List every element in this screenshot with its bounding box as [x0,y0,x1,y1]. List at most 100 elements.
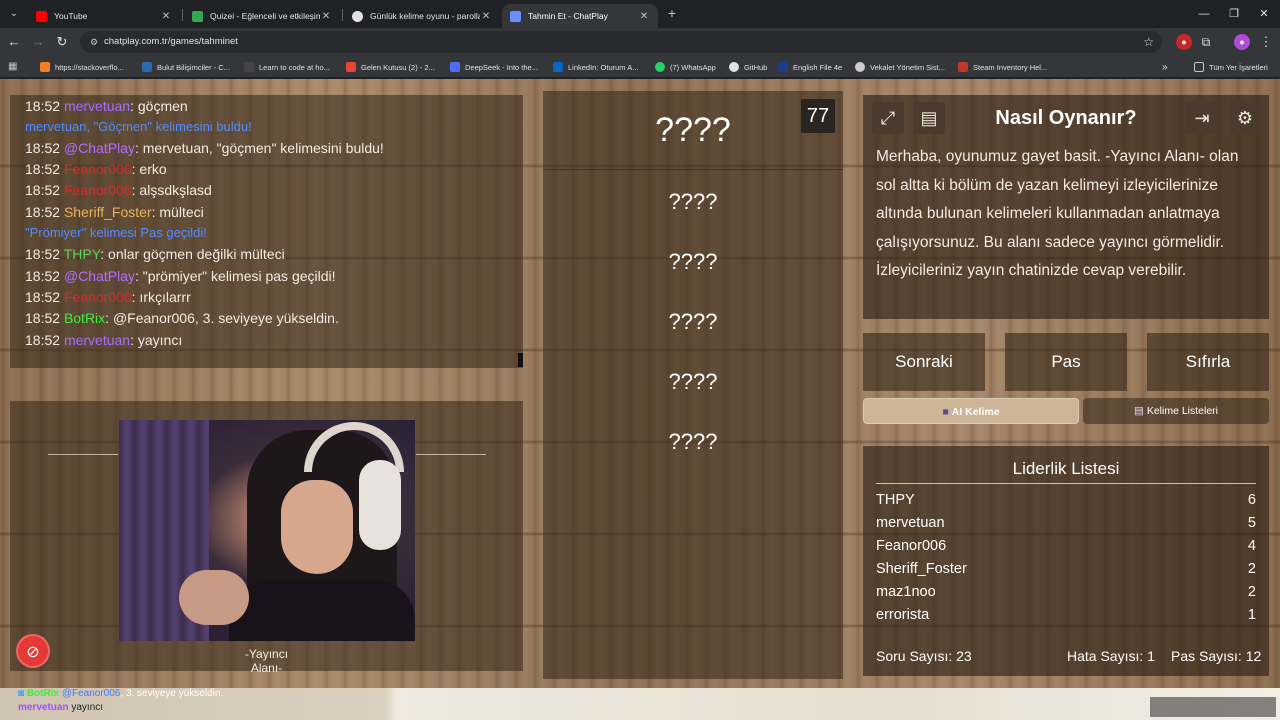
chat-system-message: mervetuan, "Göçmen" kelimesini buldu! [25,119,252,134]
chat-message: 18:52 Feanor006: erko [25,161,167,177]
chat-time: 18:52 [25,246,61,262]
webcam-video [119,420,415,641]
chat-system-message: "Prömiyer" kelimesi Pas geçildi! [25,225,207,240]
close-tab-icon[interactable]: ✕ [638,11,650,22]
tab-parolla[interactable]: Günlük kelime oyunu - parolla ✕ [344,4,500,28]
overlay-mention: @Feanor006 [61,688,121,699]
bookmark-favicon-icon [655,62,665,72]
chat-text: : erko [131,161,167,177]
new-tab-icon[interactable]: + [664,6,680,22]
parolla-favicon-icon [352,10,363,22]
ai-word-button[interactable]: ■ AI Kelime [863,398,1079,424]
word-lists-label: Kelime Listeleri [1146,405,1219,417]
restore-icon[interactable]: ❐ [1224,6,1244,22]
leaderboard-row: maz1noo 2 [876,584,1256,607]
reset-button[interactable]: Sıfırla [1147,333,1269,391]
bookmark-label: (7) WhatsApp [670,62,716,72]
chat-time: 18:52 [25,161,61,177]
player-name: errorista [876,607,930,622]
bookmark-item[interactable]: https://stackoverflo... [40,56,124,78]
robot-icon: ■ [942,406,949,418]
chat-text: : yayıncı [130,332,183,348]
bookmark-item[interactable]: Gelen Kutusu (2) - 2... [346,56,435,78]
bookmarks-bar: ▦ https://stackoverflo... Bulut Bilişimc… [0,56,1280,78]
tab-chatplay[interactable]: Tahmin Et - ChatPlay ✕ [502,4,658,28]
chat-user: mervetuan [63,98,131,114]
site-info-icon[interactable]: ⚙ [88,36,100,48]
leaderboard-row: Feanor006 4 [876,538,1256,561]
browser-menu-icon[interactable]: ⋮ [1258,34,1274,50]
more-bookmarks-icon[interactable]: » [1162,56,1168,78]
close-tab-icon[interactable]: ✕ [480,11,492,22]
chat-message: 18:52 Sheriff_Foster: mülteci [25,204,204,220]
extensions-puzzle-icon[interactable]: ⧉ [1198,34,1214,50]
apps-grid-icon[interactable]: ▦ [8,61,20,73]
overlay-text: 3. seviyeye yükseldin. [125,688,224,699]
chat-text: : @Feanor006, 3. seviyeye yükseldin. [105,310,339,326]
forbidden-word: ???? [668,189,718,214]
close-tab-icon[interactable]: ✕ [160,11,172,22]
leaderboard-list[interactable]: THPY 6 mervetuan 5 Feanor006 4 Sheriff_Fost… [876,492,1256,622]
chat-message: 18:52 mervetuan: göçmen [25,98,188,114]
tab-quizei[interactable]: Quizei - Eğlenceli ve etkileşimli ✕ [184,4,340,28]
bookmark-item[interactable]: GitHub [729,56,767,78]
bookmark-item[interactable]: Learn to code at ho... [244,56,330,78]
badge-icon: ◙ [18,688,25,699]
overlay-chat-line: ◙ BotRix @Feanor006, 3. seviyeye yükseld… [18,688,224,699]
player-name: Sheriff_Foster [876,561,967,577]
minimize-icon[interactable]: — [1194,6,1214,22]
bookmark-item[interactable]: DeepSeek - Into the... [450,56,538,78]
mute-icon[interactable]: ⊘ [16,634,50,668]
bookmark-item[interactable]: LinkedIn: Oturum A... [553,56,638,78]
close-window-icon[interactable]: ✕ [1254,6,1274,22]
bookmark-item[interactable]: English File 4e [778,56,842,78]
profile-avatar-icon[interactable]: ● [1234,34,1250,50]
forbidden-word: ???? [668,309,718,334]
tab-title: YouTube [54,11,88,21]
streamer-area: -Yayıncı Alanı- [10,401,523,675]
word-lists-button[interactable]: ▤ Kelime Listeleri [1083,398,1269,424]
forward-icon[interactable]: → [30,34,46,50]
back-icon[interactable]: ← [6,34,22,50]
bookmark-label: English File 4e [793,62,843,72]
all-bookmarks-folder[interactable]: Tüm Yer İşaretleri [1194,56,1268,78]
reload-icon[interactable]: ↻ [54,34,70,50]
player-name: maz1noo [876,584,936,600]
chat-scrollbar[interactable] [518,353,523,367]
bookmark-star-icon[interactable]: ☆ [1143,31,1154,53]
bookmark-label: Gelen Kutusu (2) - 2... [361,62,435,72]
error-count: Hata Sayısı: 1 [1067,648,1155,664]
next-button[interactable]: Sonraki [863,333,985,391]
divider [416,454,486,455]
chat-user: THPY [63,246,101,262]
close-tab-icon[interactable]: ✕ [320,11,332,22]
bookmark-favicon-icon [142,62,152,72]
chat-user: Feanor006 [63,182,132,198]
chat-time: 18:52 [25,140,61,156]
bookmark-item[interactable]: (7) WhatsApp [655,56,716,78]
tab-youtube[interactable]: YouTube ✕ [28,4,180,28]
address-bar[interactable]: ⚙ chatplay.com.tr/games/tahminet ☆ [80,31,1162,53]
logout-icon[interactable]: ⇥ [1186,102,1218,134]
bookmark-item[interactable]: Steam Inventory Hel... [958,56,1047,78]
folder-icon [1194,62,1204,72]
url-text[interactable]: chatplay.com.tr/games/tahminet [104,31,238,53]
bookmark-favicon-icon [40,62,50,72]
video-face [281,480,353,574]
tab-divider [342,9,343,21]
bookmark-favicon-icon [346,62,356,72]
chat-message: 18:52 Feanor006: alşsdkşlasd [25,182,212,198]
chat-time: 18:52 [25,98,61,114]
pass-button[interactable]: Pas [1005,333,1127,391]
list-icon: ▤ [1133,405,1144,417]
bookmark-item[interactable]: Bulut Bilişimciler - C... [142,56,230,78]
extension-icon[interactable]: ● [1176,34,1192,50]
tab-search-icon[interactable]: ⌄ [6,6,22,22]
gear-icon[interactable]: ⚙ [1229,102,1261,134]
bookmark-favicon-icon [855,62,865,72]
chat-message: 18:52 mervetuan: yayıncı [25,332,182,348]
bookmark-label: LinkedIn: Oturum A... [568,62,639,72]
bookmark-item[interactable]: Vekalet Yönetim Sist... [855,56,945,78]
divider [48,454,118,455]
leaderboard-row: THPY 6 [876,492,1256,515]
